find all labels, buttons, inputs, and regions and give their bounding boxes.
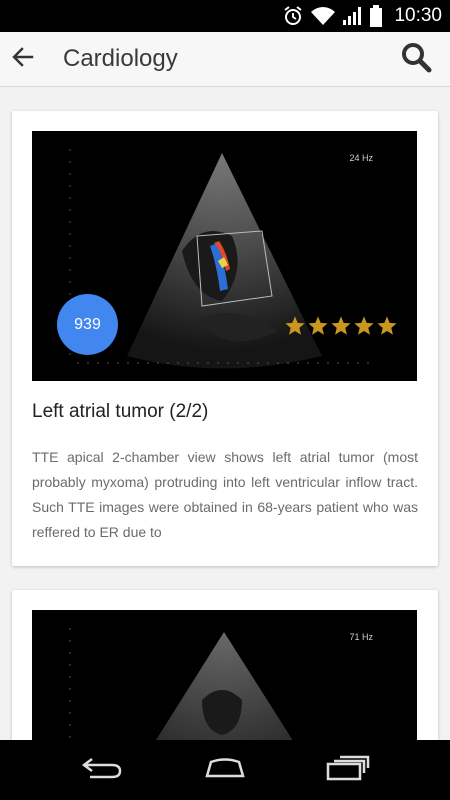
- card-title[interactable]: Left atrial tumor (2/2): [32, 401, 417, 423]
- frame-rate-label: 24 Hz: [349, 153, 373, 163]
- star-icon: [331, 316, 351, 335]
- star-rating: [284, 315, 398, 341]
- star-icon: [377, 316, 397, 335]
- home-icon: [201, 756, 249, 785]
- back-button[interactable]: [3, 39, 43, 79]
- card-list: 24 Hz 939 Left atrial tumor (2/2) TTE ap…: [0, 88, 450, 740]
- star-icon: [285, 316, 305, 335]
- case-card[interactable]: 24 Hz 939 Left atrial tumor (2/2) TTE ap…: [12, 111, 438, 566]
- back-icon: [80, 756, 124, 785]
- nav-home-button[interactable]: [195, 748, 255, 792]
- signal-icon: [342, 0, 364, 32]
- recents-icon: [324, 755, 372, 786]
- star-icon: [308, 316, 328, 335]
- ultrasound-picture: [32, 610, 417, 740]
- echo-image[interactable]: 24 Hz 939: [32, 131, 417, 381]
- case-card[interactable]: 71 Hz: [12, 590, 438, 740]
- search-icon: [400, 41, 432, 78]
- wifi-icon: [310, 0, 336, 32]
- status-time: 10:30: [394, 5, 442, 26]
- nav-back-button[interactable]: [72, 748, 132, 792]
- echo-image[interactable]: 71 Hz: [32, 610, 417, 740]
- view-count-badge: 939: [57, 294, 118, 355]
- arrow-left-icon: [11, 45, 35, 74]
- star-icon: [354, 316, 374, 335]
- search-button[interactable]: [394, 37, 438, 81]
- app-bar: Cardiology: [0, 32, 450, 87]
- alarm-icon: [282, 0, 304, 32]
- page-title: Cardiology: [63, 45, 178, 72]
- status-bar: 10:30: [0, 0, 450, 32]
- frame-rate-label: 71 Hz: [349, 632, 373, 642]
- nav-recents-button[interactable]: [318, 748, 378, 792]
- battery-icon: [370, 0, 383, 32]
- navigation-bar: [0, 740, 450, 800]
- card-description: TTE apical 2-chamber view shows left atr…: [32, 449, 418, 540]
